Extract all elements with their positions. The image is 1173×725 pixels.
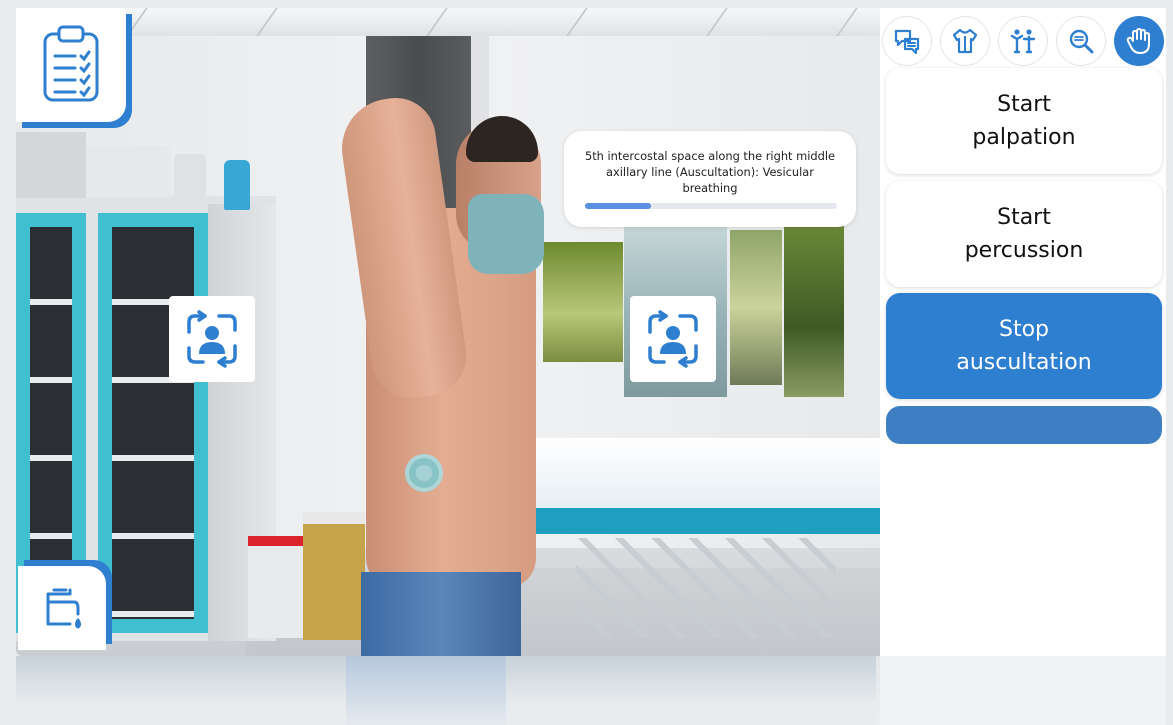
sanitizer-bottle	[224, 160, 250, 210]
speech-bubbles-icon	[894, 29, 920, 55]
face-mask	[468, 194, 544, 274]
exam-bed	[516, 508, 886, 534]
start-palpation-button[interactable]: Start palpation	[886, 68, 1162, 174]
ceiling	[16, 8, 886, 37]
stop-auscultation-button[interactable]: Stop auscultation	[886, 293, 1162, 399]
rotate-view-right-button[interactable]	[630, 296, 716, 382]
notification-text: 5th intercostal space along the right mi…	[584, 149, 836, 195]
wall-art-panel	[784, 222, 844, 397]
stop-auscultation-label: Stop auscultation	[956, 317, 1092, 375]
cabinet-door-right	[98, 213, 208, 633]
undress-tool-button[interactable]	[940, 16, 990, 66]
body-pose-icon	[1010, 29, 1036, 54]
history-tool-button[interactable]	[882, 16, 932, 66]
start-percussion-button[interactable]: Start percussion	[886, 181, 1162, 287]
stethoscope-marker[interactable]	[405, 454, 443, 492]
wall-art-panel	[543, 242, 623, 362]
magnifier-icon	[1069, 29, 1094, 54]
handwash-button[interactable]	[18, 566, 106, 650]
rotate-view-person-icon	[648, 310, 698, 368]
storage-box	[16, 132, 86, 198]
finding-notification: 5th intercostal space along the right mi…	[564, 131, 856, 227]
waste-bin-red	[248, 536, 306, 638]
exam-bed-base	[576, 538, 836, 638]
exam-side-panel: Start palpation Start percussion Stop au…	[880, 8, 1166, 656]
start-palpation-label: Start palpation	[972, 92, 1076, 150]
inspect-tool-button[interactable]	[1056, 16, 1106, 66]
floor-reflection	[16, 656, 1166, 725]
rotate-view-left-button[interactable]	[169, 296, 255, 382]
faucet-handwash-icon	[46, 588, 81, 629]
clothing-icon	[952, 28, 978, 54]
clipboard-button[interactable]	[16, 8, 126, 122]
notification-progress-fill	[585, 203, 651, 209]
patient-jeans	[361, 572, 521, 656]
notification-progress-track	[585, 203, 837, 209]
hand-icon	[1126, 28, 1150, 54]
storage-box	[86, 146, 171, 198]
exam-bed-sheet	[526, 438, 886, 512]
rotate-view-person-icon	[187, 310, 237, 368]
start-percussion-label: Start percussion	[964, 205, 1084, 263]
pose-tool-button[interactable]	[998, 16, 1048, 66]
waste-bin-yellow	[303, 512, 365, 640]
clipboard-checklist-icon	[43, 25, 99, 102]
exam-toolbar	[880, 12, 1166, 68]
wall-art-panel	[730, 230, 782, 385]
physical-exam-tool-button[interactable]	[1114, 16, 1164, 66]
blank-action-button[interactable]	[886, 406, 1162, 444]
jar	[174, 154, 206, 198]
